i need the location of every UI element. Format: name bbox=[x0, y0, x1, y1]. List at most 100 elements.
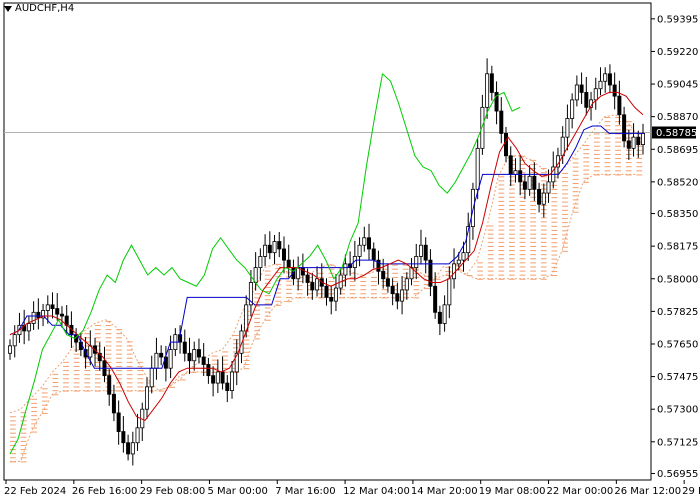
cloud-dot bbox=[508, 245, 515, 247]
cloud-dot bbox=[508, 262, 515, 264]
y-tick-label: 0.57475 bbox=[657, 372, 698, 383]
candle-body bbox=[579, 84, 584, 93]
cloud-dot bbox=[105, 329, 112, 331]
candle-body bbox=[187, 352, 192, 362]
cloud-dot bbox=[562, 209, 568, 211]
cloud-dot bbox=[508, 221, 515, 223]
cloud-dot bbox=[615, 137, 622, 139]
cloud-dot bbox=[530, 163, 537, 165]
candle bbox=[381, 258, 386, 289]
cloud-dot bbox=[477, 270, 483, 272]
cloud-dot bbox=[137, 378, 144, 380]
x-tick-label: 22 Feb 2024 bbox=[4, 486, 66, 497]
cloud-dot bbox=[508, 274, 515, 276]
x-tick-label: 29 Feb 08:00 bbox=[140, 486, 206, 497]
cloud-dot bbox=[360, 281, 367, 283]
cloud-dot bbox=[508, 213, 515, 215]
cloud-dot bbox=[583, 149, 590, 151]
cloud-dot bbox=[116, 357, 123, 359]
candle bbox=[447, 266, 452, 319]
cloud-dot bbox=[551, 188, 558, 190]
candle-body bbox=[220, 371, 225, 384]
cloud-dot bbox=[636, 149, 643, 151]
cloud-dot bbox=[583, 165, 590, 167]
cloud-dot bbox=[508, 188, 515, 190]
cloud-dot bbox=[498, 245, 505, 247]
cloud-dot bbox=[264, 303, 271, 305]
cloud-dot bbox=[625, 162, 632, 164]
candle bbox=[55, 293, 60, 321]
cloud-dot bbox=[551, 209, 558, 211]
cloud-dot bbox=[508, 237, 515, 239]
candle-body bbox=[433, 285, 438, 313]
cloud-dot bbox=[73, 382, 80, 384]
candle bbox=[636, 130, 641, 158]
cloud-dot bbox=[63, 378, 69, 380]
cloud-dot bbox=[105, 341, 112, 343]
cloud-dot bbox=[349, 285, 356, 287]
cloud-dot bbox=[615, 158, 622, 160]
candle bbox=[371, 242, 376, 269]
cloud-dot bbox=[583, 144, 590, 146]
candle-body bbox=[607, 73, 612, 86]
cloud-dot bbox=[445, 266, 452, 268]
cloud-dot bbox=[562, 246, 568, 248]
candle-body bbox=[258, 256, 263, 268]
cloud-dot bbox=[530, 241, 537, 243]
cloud-dot bbox=[519, 245, 526, 247]
candle-body bbox=[281, 248, 286, 261]
cloud-dot bbox=[116, 333, 123, 335]
candle-body bbox=[107, 375, 112, 395]
cloud-dot bbox=[540, 229, 547, 231]
candle-body bbox=[263, 244, 268, 257]
cloud-dot bbox=[572, 207, 579, 209]
cloud-dot bbox=[105, 333, 112, 335]
candle-body bbox=[111, 393, 116, 414]
candle-body bbox=[36, 311, 41, 319]
candle bbox=[140, 402, 145, 442]
candle bbox=[64, 305, 69, 334]
candle bbox=[315, 266, 320, 297]
cloud-dot bbox=[593, 137, 600, 139]
candle-body bbox=[192, 349, 197, 362]
cloud-dot bbox=[360, 276, 367, 278]
cloud-dot bbox=[360, 289, 367, 291]
cloud-dot bbox=[126, 370, 133, 372]
y-tick-label: 0.58000 bbox=[657, 274, 698, 285]
cloud-dot bbox=[243, 355, 250, 357]
cloud-dot bbox=[349, 281, 356, 283]
cloud-dot bbox=[116, 341, 123, 343]
candle-body bbox=[532, 175, 537, 190]
cloud-dot bbox=[604, 137, 611, 139]
cloud-dot bbox=[41, 412, 48, 414]
cloud-dot bbox=[530, 237, 537, 239]
candle-body bbox=[447, 278, 452, 306]
cloud-dot bbox=[94, 378, 101, 380]
candle bbox=[603, 67, 608, 93]
candle bbox=[300, 253, 305, 284]
y-tick-label: 0.57125 bbox=[657, 437, 698, 448]
cloud-dot bbox=[116, 374, 123, 376]
current-price-label: 0.58785 bbox=[656, 128, 697, 139]
cloud-dot bbox=[498, 225, 505, 227]
cloud-dot bbox=[519, 213, 526, 215]
candle bbox=[622, 106, 627, 148]
candle-body bbox=[489, 73, 494, 93]
cloud-dot bbox=[126, 353, 133, 355]
cloud-dot bbox=[498, 213, 505, 215]
cloud-dot bbox=[487, 254, 494, 256]
candle-body bbox=[598, 80, 603, 90]
cloud-dot bbox=[498, 258, 505, 260]
cloud-dot bbox=[20, 428, 27, 430]
cloud-dot bbox=[63, 370, 69, 372]
cloud-dot bbox=[625, 166, 632, 168]
cloud-dot bbox=[530, 196, 537, 198]
cloud-dot bbox=[370, 276, 377, 278]
candle-body bbox=[206, 364, 211, 377]
cloud-dot bbox=[243, 351, 250, 353]
candle-body bbox=[333, 287, 338, 302]
cloud-dot bbox=[392, 268, 399, 270]
cloud-dot bbox=[52, 390, 59, 392]
candle-body bbox=[423, 244, 428, 261]
cloud-dot bbox=[540, 270, 547, 272]
